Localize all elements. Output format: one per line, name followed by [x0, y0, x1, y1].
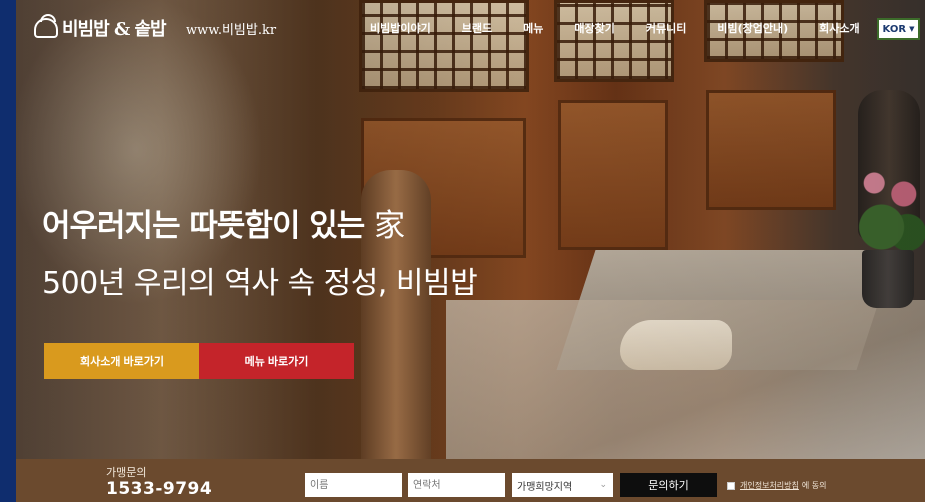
privacy-consent: 개인정보처리방침 에 동의: [727, 480, 827, 491]
hero-headline: 어우러지는 따뜻함이 있는 家: [42, 200, 405, 245]
name-input[interactable]: [305, 473, 402, 497]
hero-headline-han: 家: [374, 208, 405, 244]
company-intro-button[interactable]: 회사소개 바로가기: [44, 343, 200, 379]
nav-item-store-finder[interactable]: 매장찾기: [574, 20, 614, 36]
overlay: [16, 0, 925, 502]
nav-item-company[interactable]: 회사소개: [819, 20, 859, 36]
nav-item-menu[interactable]: 메뉴: [523, 20, 543, 36]
franchise-inquiry-bar: 가맹문의 1533-9794 가맹희망지역 ⌄ 문의하기 개인정보처리방침 에 …: [16, 459, 925, 502]
hero-subheadline: 500년 우리의 역사 속 정성, 비빔밥: [42, 266, 478, 301]
caret-down-icon: ▼: [909, 25, 915, 33]
brand-logo[interactable]: 비빔밥 & 솥밥: [34, 14, 167, 41]
menu-button[interactable]: 메뉴 바로가기: [199, 343, 354, 379]
privacy-checkbox[interactable]: [727, 481, 735, 490]
contact-input[interactable]: [408, 473, 505, 497]
submit-inquiry-button[interactable]: 문의하기: [620, 473, 717, 497]
main-nav: 비빔밥이야기 브랜드 메뉴 매장찾기 커뮤니티 비빔(창업안내) 회사소개: [370, 20, 860, 36]
site-url: www.비빔밥.kr: [186, 23, 277, 38]
logo-text: 비빔밥 & 솥밥: [62, 19, 167, 40]
nav-item-brand[interactable]: 브랜드: [462, 20, 492, 36]
hero-headline-text: 어우러지는 따뜻함이 있는: [42, 208, 365, 244]
region-select[interactable]: 가맹희망지역 ⌄: [512, 473, 613, 497]
nav-item-community[interactable]: 커뮤니티: [646, 20, 686, 36]
consent-suffix: 에 동의: [801, 481, 827, 490]
privacy-policy-link[interactable]: 개인정보처리방침: [740, 480, 799, 491]
language-select[interactable]: KOR ▼: [877, 18, 920, 40]
logo-house-icon: [34, 14, 58, 38]
hero-background-photo: 비빔밥 & 솥밥 www.비빔밥.kr 비빔밥이야기 브랜드 메뉴 매장찾기 커…: [16, 0, 925, 502]
inquiry-label: 가맹문의: [106, 466, 147, 479]
nav-item-story[interactable]: 비빔밥이야기: [370, 20, 431, 36]
language-label: KOR: [882, 23, 907, 35]
nav-item-franchise[interactable]: 비빔(창업안내): [717, 20, 788, 36]
inquiry-phone: 1533-9794: [106, 479, 213, 499]
chevron-down-icon: ⌄: [599, 480, 607, 490]
region-select-value: 가맹희망지역: [517, 481, 573, 493]
site-header: 비빔밥 & 솥밥 www.비빔밥.kr 비빔밥이야기 브랜드 메뉴 매장찾기 커…: [16, 0, 925, 58]
